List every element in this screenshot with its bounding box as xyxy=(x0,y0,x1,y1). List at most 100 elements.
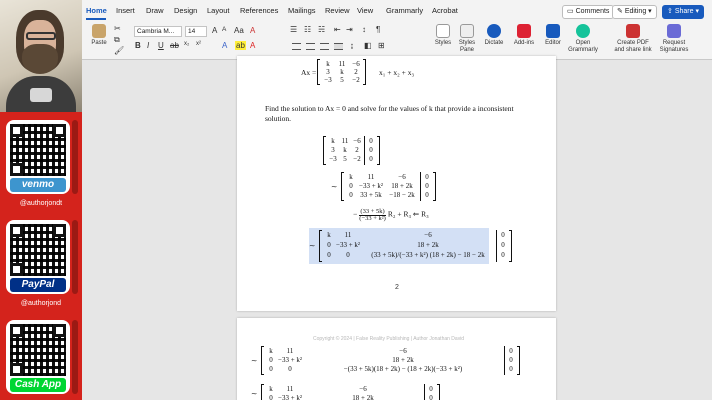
paste-button[interactable]: Paste xyxy=(86,24,112,47)
sort-icon[interactable]: ↕ xyxy=(362,25,366,34)
grammarly-icon xyxy=(576,24,590,38)
tab-view[interactable]: View xyxy=(357,6,373,15)
copy-icon[interactable]: ⧉ xyxy=(114,35,120,45)
matrix-cell: −2 xyxy=(353,155,361,163)
equivalence-symbol: ∼ xyxy=(251,355,258,365)
paypal-logo: PayPal xyxy=(10,278,66,292)
matrix-bracket-right xyxy=(377,136,380,165)
request-signatures-button[interactable]: Request Signatures xyxy=(656,24,692,54)
subscript-button[interactable]: x₂ xyxy=(184,41,189,47)
matrix-cell: 18 + 2k xyxy=(352,394,374,400)
matrix-cell: 0 xyxy=(509,365,513,373)
comment-icon: ▭ xyxy=(567,8,576,15)
grow-font-icon[interactable]: A xyxy=(212,26,217,35)
document-canvas[interactable]: Ax = x₁ + x₂ + x₃ k 11 −6 3 k 2 −3 5 −2 Find the… xyxy=(82,56,712,400)
equivalence-symbol: ∼ xyxy=(251,389,258,398)
tab-layout[interactable]: Layout xyxy=(207,6,230,15)
decrease-indent-icon[interactable]: ⇤ xyxy=(334,25,341,34)
create-pdf-button[interactable]: Create PDF and share link xyxy=(614,24,652,54)
tab-mailings[interactable]: Mailings xyxy=(288,6,316,15)
paypal-handle: @authorjond xyxy=(20,300,62,307)
home-toolbar: Paste ✂ ⧉ 🖌 Cambria M... 14 A A Aa A B I… xyxy=(82,22,712,60)
matrix-cell: 0 xyxy=(429,394,433,400)
document-page[interactable]: Ax = x₁ + x₂ + x₃ k 11 −6 3 k 2 −3 5 −2 Find the… xyxy=(237,56,556,311)
shrink-font-icon[interactable]: A xyxy=(222,26,226,33)
justify-icon[interactable] xyxy=(334,43,343,50)
equation-ax-rhs: x₁ + x₂ + x₃ xyxy=(379,68,415,77)
align-left-icon[interactable] xyxy=(292,43,301,50)
tab-home[interactable]: Home xyxy=(86,6,107,15)
matrix-cell: 0 xyxy=(269,394,273,400)
matrix-cell: −33 + k² xyxy=(278,356,302,364)
multilevel-list-icon[interactable]: ☵ xyxy=(318,25,325,34)
italic-button[interactable]: I xyxy=(147,41,149,50)
comments-button[interactable]: ▭ Comments xyxy=(562,5,615,19)
cashapp-qr-card: Cash App xyxy=(6,320,70,394)
matrix-cell: 0 xyxy=(269,356,273,364)
copyright-footer: Copyright © 2024 | False Reality Publish… xyxy=(313,336,465,342)
tab-acrobat[interactable]: Acrobat xyxy=(432,6,458,15)
format-painter-icon[interactable]: 🖌 xyxy=(114,46,124,55)
share-button[interactable]: ⇪ Share ▾ xyxy=(662,5,704,19)
ribbon-tab-bar: Home Insert Draw Design Layout Reference… xyxy=(82,0,712,22)
clear-formatting-icon[interactable]: A xyxy=(250,26,255,35)
open-grammarly-button[interactable]: Open Grammarly xyxy=(568,24,598,54)
borders-icon[interactable]: ⊞ xyxy=(378,41,385,50)
tab-draw[interactable]: Draw xyxy=(146,6,164,15)
font-color-icon[interactable]: A xyxy=(250,41,255,50)
underline-button[interactable]: U xyxy=(158,41,164,50)
superscript-button[interactable]: x² xyxy=(196,41,201,47)
matrix-cell: −6 xyxy=(359,385,367,393)
cut-icon[interactable]: ✂ xyxy=(114,24,121,33)
active-tab-indicator xyxy=(86,18,106,20)
cashapp-logo: Cash App xyxy=(10,378,66,392)
increase-indent-icon[interactable]: ⇥ xyxy=(346,25,353,34)
tab-review[interactable]: Review xyxy=(325,6,350,15)
styles-button[interactable]: Styles xyxy=(432,24,454,47)
dictate-button[interactable]: Dictate xyxy=(482,24,506,47)
font-name-select[interactable]: Cambria M... xyxy=(134,26,182,37)
matrix-cell: −33 + k² xyxy=(359,182,383,190)
numbering-icon[interactable]: ☷ xyxy=(304,25,311,34)
highlight-icon[interactable]: ab xyxy=(235,41,246,50)
tab-design[interactable]: Design xyxy=(174,6,197,15)
text-effects-icon[interactable]: A xyxy=(222,41,227,50)
align-right-icon[interactable] xyxy=(320,43,329,50)
matrix-cell: 0 xyxy=(346,251,350,259)
styles-pane-icon xyxy=(460,24,474,38)
shading-icon[interactable]: ◧ xyxy=(364,41,372,50)
matrix-bracket-left xyxy=(319,230,322,262)
document-page-3[interactable]: Copyright © 2024 | False Reality Publish… xyxy=(237,318,556,400)
show-marks-icon[interactable]: ¶ xyxy=(376,25,380,34)
change-case-icon[interactable]: Aa xyxy=(234,26,244,35)
bullets-icon[interactable]: ☰ xyxy=(290,25,297,34)
tab-insert[interactable]: Insert xyxy=(116,6,135,15)
bold-button[interactable]: B xyxy=(135,41,141,50)
tab-grammarly[interactable]: Grammarly xyxy=(386,6,423,15)
add-ins-button[interactable]: Add-ins xyxy=(512,24,536,47)
payment-sidebar: venmo @authorjondt PayPal @authorjond Ca… xyxy=(0,0,82,400)
align-center-icon[interactable] xyxy=(306,43,315,50)
line-spacing-icon[interactable]: ↨ xyxy=(350,41,354,50)
matrix-cell: −33 + k² xyxy=(278,394,302,400)
matrix-cell: 0 xyxy=(425,173,429,181)
tab-references[interactable]: References xyxy=(240,6,278,15)
matrix-cell: −(33 + 5k)(18 + 2k) − (18 + 2k)(−33 + k²… xyxy=(343,365,463,373)
matrix-cell: k xyxy=(269,347,273,355)
augmented-matrix-selected[interactable]: ∼ k 11 −6 0 0 −33 + k² 18 + 2k 0 0 0 (33 + 5k)/(−33… xyxy=(309,230,521,262)
matrix-cell: −18 − 2k xyxy=(389,191,415,199)
matrix-bracket-left xyxy=(317,59,320,85)
strikethrough-button[interactable]: ab xyxy=(170,41,179,50)
webcam-feed xyxy=(0,0,82,112)
styles-pane-button[interactable]: Styles Pane xyxy=(456,24,478,54)
matrix-cell: 0 xyxy=(501,241,505,249)
font-size-select[interactable]: 14 xyxy=(185,26,207,37)
page-number: 2 xyxy=(395,284,399,291)
matrix-bracket-right xyxy=(437,384,440,400)
venmo-qr-card: venmo xyxy=(6,120,70,194)
matrix-cell: −6 xyxy=(399,347,407,355)
editing-mode-button[interactable]: ✎ Editing ▾ xyxy=(612,5,657,19)
matrix-bracket-left xyxy=(261,346,264,375)
matrix-cell: 11 xyxy=(344,231,352,239)
editor-button[interactable]: Editor xyxy=(542,24,564,47)
